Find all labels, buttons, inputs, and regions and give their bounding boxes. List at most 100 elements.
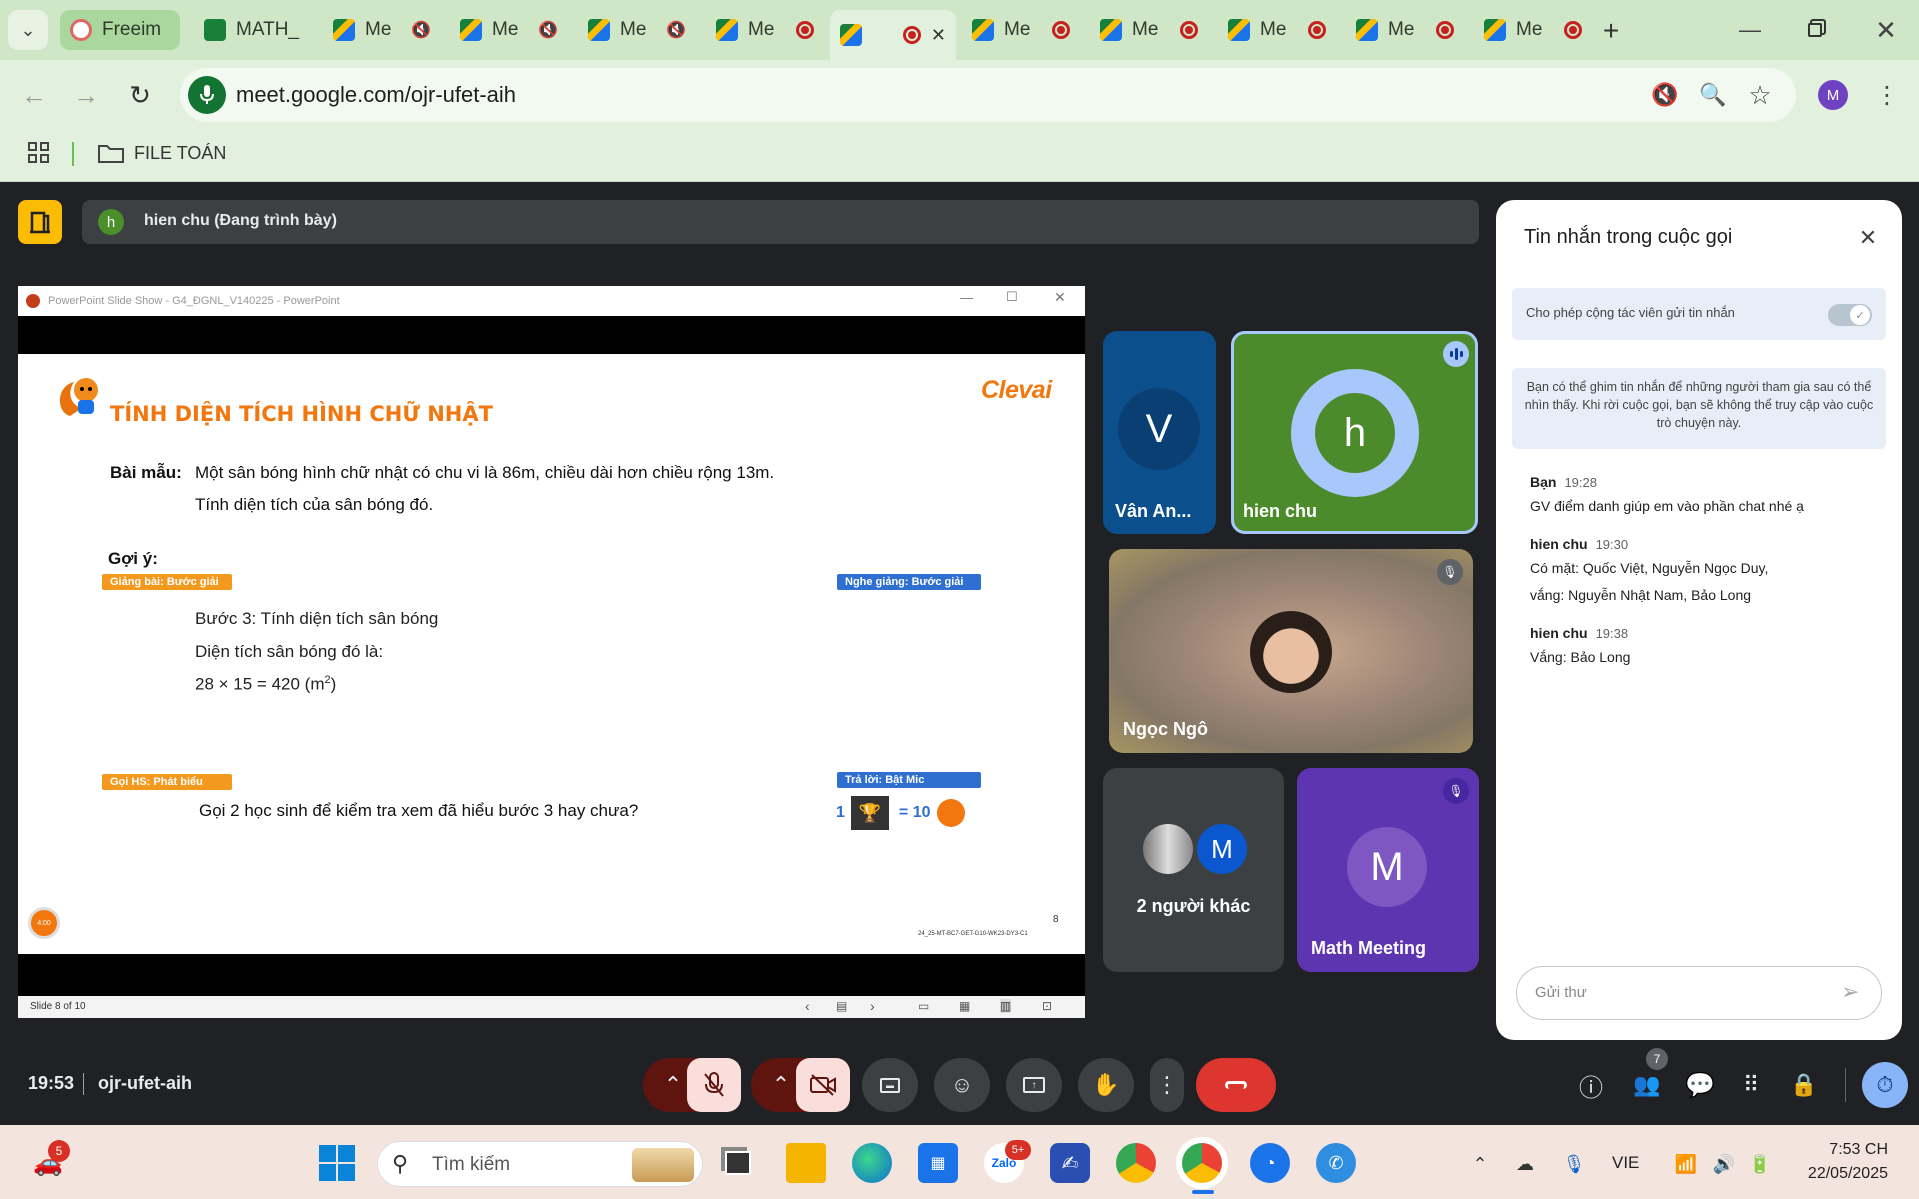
people-icon[interactable]: 👥 — [1627, 1068, 1667, 1102]
clock-date[interactable]: 22/05/2025 — [1798, 1165, 1888, 1183]
meeting-room-badge[interactable] — [18, 200, 62, 244]
bookmark-star-icon[interactable]: ☆ — [1740, 75, 1780, 115]
battery-icon[interactable]: 🔋 — [1746, 1150, 1774, 1178]
forward-icon[interactable]: → — [66, 75, 106, 115]
new-tab-button[interactable]: + — [1594, 14, 1628, 48]
time-divider — [83, 1073, 84, 1095]
browser-menu-icon[interactable]: ⋮ — [1870, 75, 1904, 115]
back-icon[interactable]: ← — [14, 75, 54, 115]
start-icon[interactable] — [317, 1143, 357, 1183]
slide-notes-icon[interactable]: ▤ — [836, 999, 847, 1013]
allow-messages-toggle[interactable]: ✓ — [1828, 304, 1872, 326]
more-options-button[interactable]: ⋮ — [1150, 1058, 1184, 1112]
restore-button[interactable] — [1795, 10, 1835, 50]
zoom-icon[interactable]: 🔍 — [1693, 75, 1733, 115]
tab-muted-icon[interactable]: 🔇 — [1645, 75, 1685, 115]
chat-title: Tin nhắn trong cuộc gọi — [1524, 226, 1733, 248]
captions-button[interactable]: ▬ — [862, 1058, 918, 1112]
chat-input[interactable]: Gửi thư ➢ — [1516, 966, 1882, 1020]
browser-tab[interactable]: Me — [962, 10, 1080, 50]
browser-tab[interactable]: Me — [1474, 10, 1592, 50]
apps-grid-icon[interactable] — [28, 142, 50, 164]
task-view-icon[interactable] — [718, 1143, 758, 1183]
close-tab-icon[interactable]: ✕ — [931, 25, 946, 46]
browser-tab[interactable]: ✕ — [830, 10, 956, 60]
bookmark-folder-file-toan[interactable]: FILE TOÁN — [98, 138, 226, 168]
camera-toggle-button[interactable] — [796, 1058, 850, 1112]
show-hidden-icons[interactable]: ⌃ — [1466, 1150, 1494, 1178]
taskbar-search[interactable]: ⚲ Tìm kiếm — [377, 1141, 703, 1187]
file-explorer-icon[interactable] — [786, 1143, 826, 1183]
app-pen-icon[interactable]: ✍ — [1050, 1143, 1090, 1183]
send-icon[interactable]: ➢ — [1841, 979, 1859, 1005]
store-icon[interactable]: ▦ — [918, 1143, 958, 1183]
participant-tile-math-meeting[interactable]: M 🎙 Math Meeting — [1297, 768, 1479, 972]
present-button[interactable]: ↑ — [1006, 1058, 1062, 1112]
tab-label: Me — [1388, 19, 1415, 40]
chrome-profile-icon[interactable] — [1116, 1143, 1156, 1183]
browser-tab[interactable]: Me — [1346, 10, 1464, 50]
participant-tile-ngoc-ngo[interactable]: 🎙 Ngọc Ngô — [1109, 549, 1473, 753]
recording-indicator-icon — [1436, 21, 1454, 39]
clock-app-icon[interactable]: ◔ — [1250, 1143, 1290, 1183]
browser-tab[interactable]: Me — [1090, 10, 1208, 50]
meeting-info-icon[interactable]: ⓘ — [1574, 1068, 1608, 1102]
reading-view-icon[interactable]: ▥ — [1000, 999, 1012, 1013]
leave-call-button[interactable] — [1196, 1058, 1276, 1112]
google-meet-icon — [1484, 19, 1506, 41]
tab-muted-icon[interactable]: 🔇 — [411, 20, 431, 40]
phone-app-icon[interactable]: ✆ — [1316, 1143, 1356, 1183]
host-controls-icon[interactable]: 🔒 — [1787, 1068, 1821, 1102]
browser-tab[interactable]: Me 🔇 — [578, 10, 696, 50]
profile-avatar[interactable]: M — [1818, 80, 1848, 110]
browser-tab[interactable]: Freeim — [60, 10, 180, 50]
browser-tab[interactable]: Me — [706, 10, 824, 50]
reload-icon[interactable]: ↻ — [120, 75, 160, 115]
mic-toggle-button[interactable] — [687, 1058, 741, 1112]
pin-info-text: Bạn có thể ghim tin nhắn để những người … — [1524, 380, 1874, 430]
activities-icon[interactable]: ⠿ — [1734, 1068, 1768, 1102]
powerpoint-window: PowerPoint Slide Show - G4_ĐGNL_V140225 … — [18, 286, 1085, 1018]
wifi-icon[interactable]: 📶 — [1672, 1150, 1700, 1178]
timer-icon[interactable]: ⏱ — [1862, 1062, 1908, 1108]
normal-view-icon[interactable]: ▭ — [918, 999, 929, 1013]
url-text[interactable]: meet.google.com/ojr-ufet-aih — [236, 82, 516, 108]
sorter-view-icon[interactable]: ▦ — [959, 999, 970, 1013]
volume-icon[interactable]: 🔊 — [1710, 1150, 1738, 1178]
chrome-active-icon[interactable] — [1182, 1143, 1222, 1183]
browser-tab[interactable]: Me — [1218, 10, 1336, 50]
tab-muted-icon[interactable]: 🔇 — [538, 20, 558, 40]
language-indicator[interactable]: VIE — [1612, 1153, 1639, 1173]
slideshow-view-icon[interactable]: ⊡ — [1042, 999, 1052, 1013]
participant-tile-hien-chu[interactable]: h hien chu — [1231, 331, 1478, 534]
network-status-icon[interactable]: ☁ — [1510, 1150, 1540, 1178]
example-label: Bài mẫu: — [110, 463, 182, 482]
clock-time[interactable]: 7:53 CH — [1826, 1141, 1888, 1159]
ppt-minimize-icon[interactable]: — — [960, 290, 973, 305]
toggle-label: Cho phép cộng tác viên gửi tin nhắn — [1526, 305, 1735, 320]
slide-page-number: 8 — [1053, 914, 1059, 925]
microphone-tray-icon[interactable]: 🎙 — [1560, 1150, 1588, 1178]
close-chat-icon[interactable]: ✕ — [1850, 220, 1886, 256]
prev-slide-icon[interactable]: ‹ — [805, 998, 810, 1014]
participant-tile-others[interactable]: M 2 người khác — [1103, 768, 1284, 972]
calc-main: 28 × 15 = 420 (m — [195, 674, 325, 694]
tab-muted-icon[interactable]: 🔇 — [666, 20, 686, 40]
reactions-button[interactable]: ☺ — [934, 1058, 990, 1112]
tab-search-button[interactable]: ⌄ — [8, 10, 48, 50]
close-window-button[interactable]: ✕ — [1866, 10, 1906, 50]
google-meet-icon — [840, 24, 862, 46]
reward-right: = 10 — [898, 804, 931, 821]
next-slide-icon[interactable]: › — [870, 998, 875, 1014]
ppt-close-icon[interactable]: ✕ — [1054, 289, 1066, 306]
participant-tile-van-an[interactable]: V Vân An... — [1103, 331, 1216, 534]
browser-tab[interactable]: MATH_ — [194, 10, 312, 50]
raise-hand-button[interactable]: ✋ — [1078, 1058, 1134, 1112]
edge-icon[interactable] — [852, 1143, 892, 1183]
browser-tab[interactable]: Me 🔇 — [450, 10, 568, 50]
ppt-restore-icon[interactable]: ☐ — [1006, 289, 1018, 305]
chat-icon[interactable]: 💬 — [1680, 1068, 1720, 1102]
minimize-button[interactable]: — — [1730, 10, 1770, 50]
mic-in-use-icon[interactable] — [188, 76, 226, 114]
browser-tab[interactable]: Me 🔇 — [323, 10, 441, 50]
